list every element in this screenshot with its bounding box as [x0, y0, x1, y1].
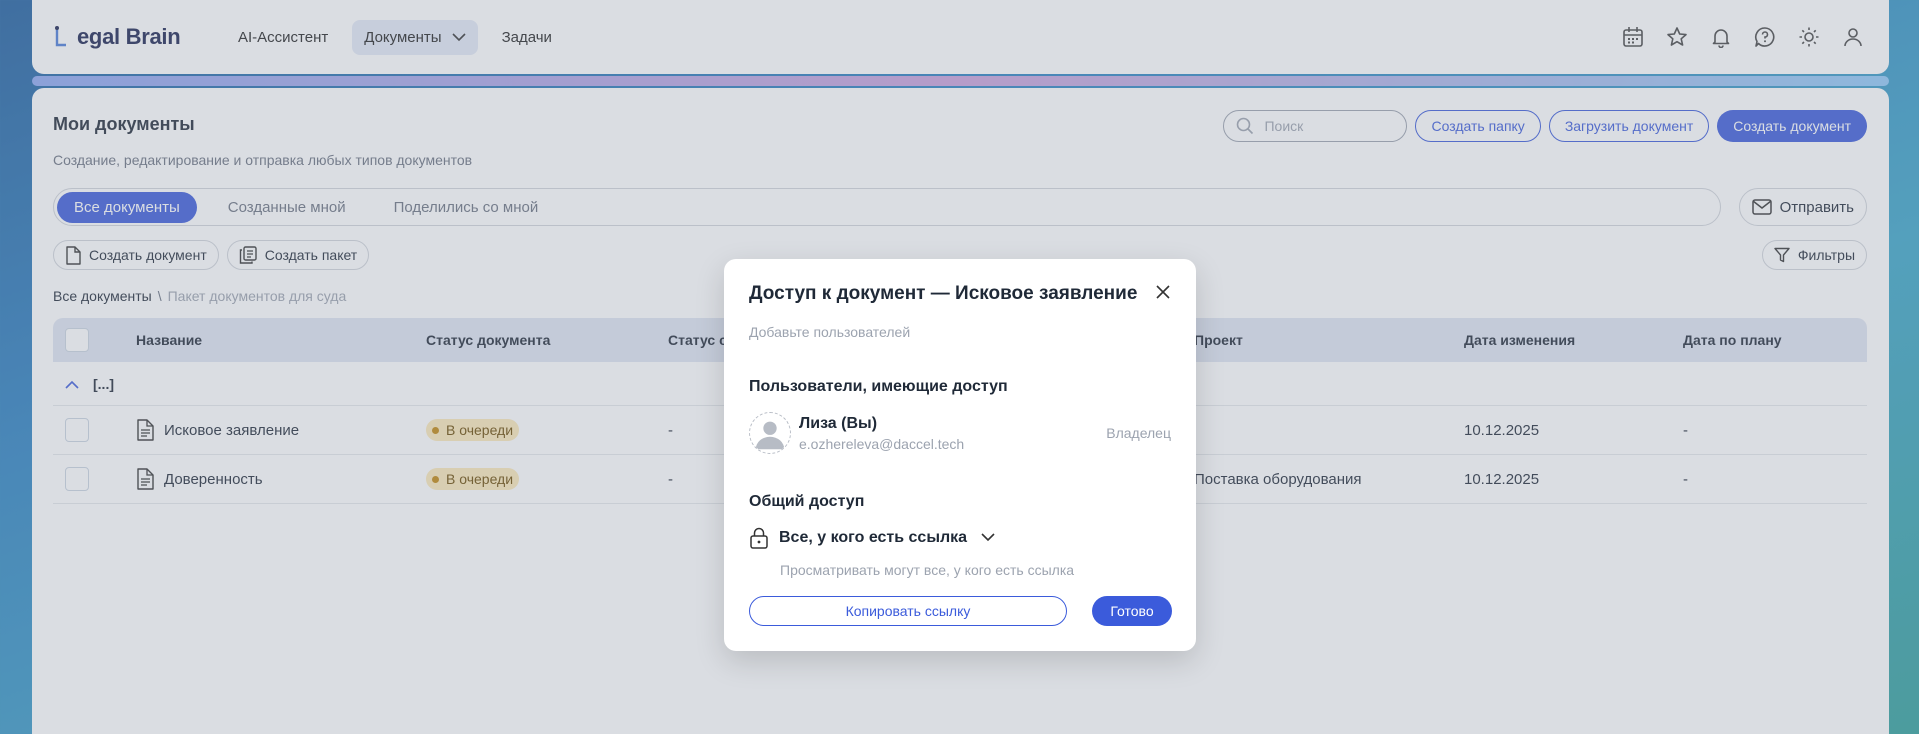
close-icon[interactable] [1152, 281, 1174, 303]
dialog-title: Доступ к документ — Исковое заявление [749, 283, 1138, 304]
copy-link-button[interactable]: Копировать ссылку [749, 596, 1067, 626]
general-access-title: Общий доступ [749, 493, 865, 510]
avatar [749, 412, 791, 454]
add-users-input[interactable]: Добавьте пользователей [749, 324, 910, 340]
user-role: Владелец [1106, 425, 1171, 441]
general-access-select[interactable]: Все, у кого есть ссылка [749, 527, 995, 549]
users-with-access-title: Пользователи, имеющие доступ [749, 378, 1008, 395]
user-access-row: Лиза (Вы) e.ozhereleva@daccel.tech Владе… [749, 412, 1171, 454]
user-email: e.ozhereleva@daccel.tech [799, 435, 965, 452]
done-button[interactable]: Готово [1092, 596, 1172, 626]
share-access-dialog: Доступ к документ — Исковое заявление До… [724, 259, 1196, 651]
access-description: Просматривать могут все, у кого есть ссы… [780, 562, 1075, 578]
user-name: Лиза (Вы) [799, 414, 878, 432]
chevron-down-icon [981, 529, 995, 547]
access-option: Все, у кого есть ссылка [779, 529, 968, 546]
lock-icon [749, 527, 769, 549]
